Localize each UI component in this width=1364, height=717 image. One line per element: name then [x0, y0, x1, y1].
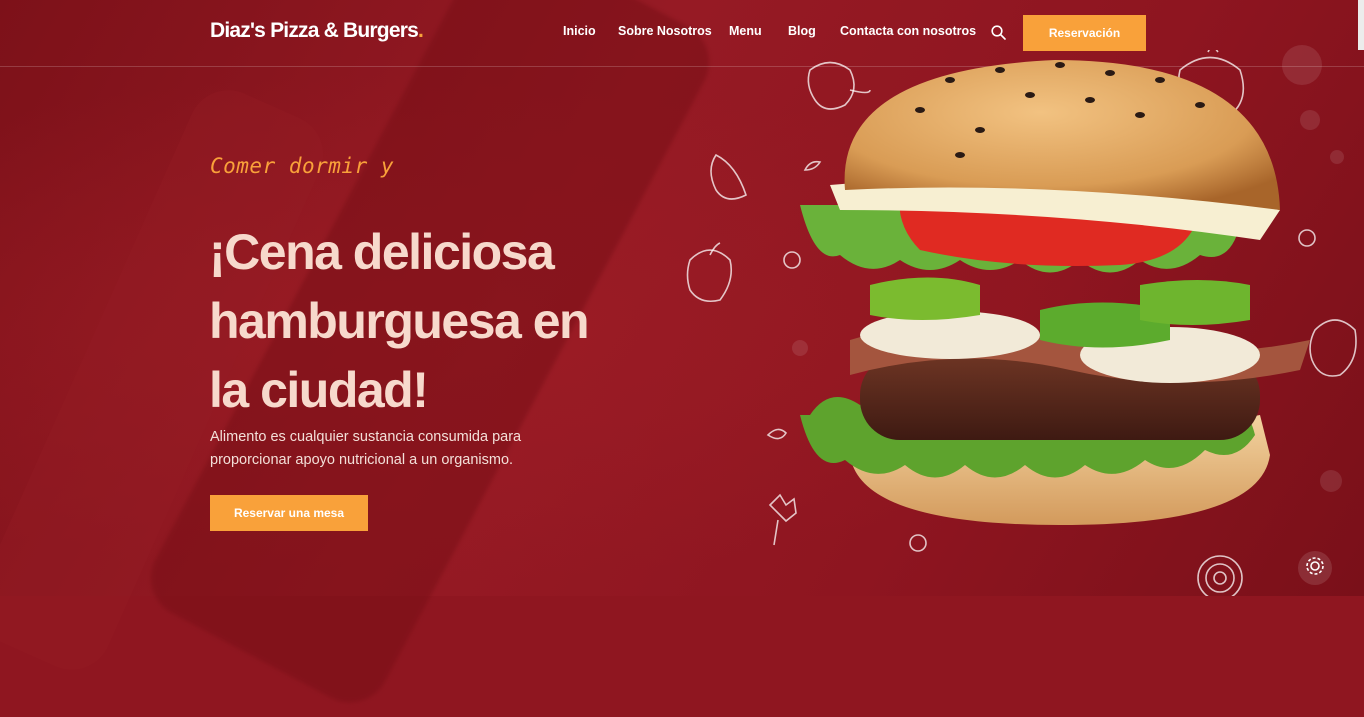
site-logo[interactable]: Diaz's Pizza & Burgers.: [210, 19, 424, 43]
onion-doodle: [1197, 555, 1243, 596]
headline-line: la ciudad!: [209, 362, 429, 418]
nav-item-blog[interactable]: Blog: [788, 24, 816, 38]
settings-button[interactable]: [1298, 551, 1332, 585]
pepper-stem-doodle: [709, 242, 721, 256]
garlic-doodle: [710, 153, 747, 200]
pepper-doodle: [686, 249, 733, 303]
nav-item-contacta[interactable]: Contacta con nosotros: [840, 24, 976, 38]
ring-doodle: [909, 534, 927, 552]
hero-tagline: Comer dormir y: [210, 154, 395, 178]
gear-icon: [1304, 555, 1326, 582]
leaf-doodle: [766, 428, 788, 440]
hero-description: Alimento es cualquier sustancia consumid…: [210, 429, 522, 468]
headline-line: hamburguesa en: [209, 293, 590, 349]
reserve-table-button[interactable]: Reservar una mesa: [210, 495, 368, 531]
nav-item-sobre-nosotros[interactable]: Sobre Nosotros: [618, 24, 712, 38]
nav-item-menu[interactable]: Menu: [729, 24, 762, 38]
parsley-doodle: [768, 493, 797, 546]
reservation-button[interactable]: Reservación: [1023, 15, 1146, 51]
hero-headline: ¡Cena deliciosa hamburguesa en la ciudad…: [209, 218, 679, 425]
tomato-stem-doodle: [1207, 50, 1219, 53]
ring-doodle: [783, 251, 801, 269]
headline-line: ¡Cena deliciosa: [209, 224, 555, 280]
nav-item-inicio[interactable]: Inicio: [563, 24, 596, 38]
burger-image: [800, 60, 1310, 525]
search-icon[interactable]: [991, 25, 1006, 40]
